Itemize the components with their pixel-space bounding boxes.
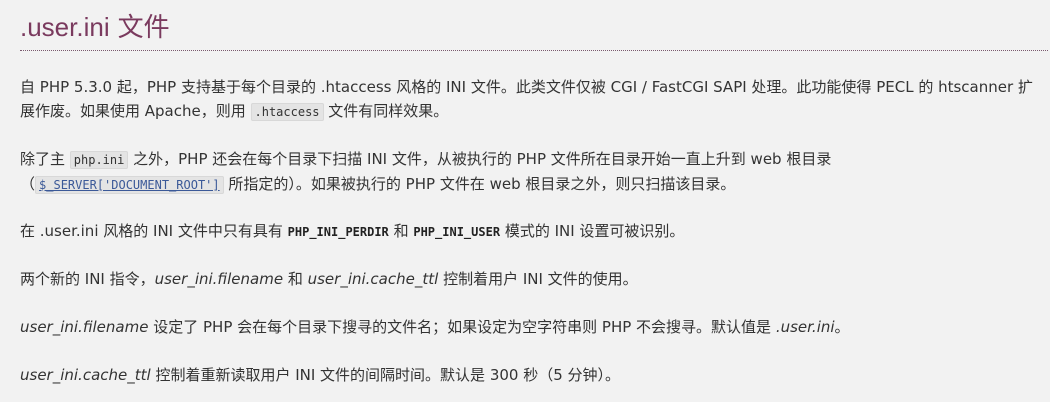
cache-ttl-directive: user_ini.cache_ttl <box>20 366 151 384</box>
doc-page: .user.ini 文件 自 PHP 5.3.0 起，PHP 支持基于每个目录的 … <box>0 0 1050 402</box>
text-run: 除了主 <box>20 150 70 168</box>
paragraph-directives: 两个新的 INI 指令，user_ini.filename 和 user_ini… <box>20 267 1040 291</box>
text-run: 文件有同样效果。 <box>323 102 449 120</box>
paragraph-cache-ttl: user_ini.cache_ttl 控制着重新读取用户 INI 文件的间隔时间… <box>20 363 1040 387</box>
text-run: 展作废。如果使用 Apache，则用 <box>20 102 251 120</box>
default-filename: .user.ini <box>775 318 835 336</box>
page-title-text: 文件 <box>117 12 170 42</box>
paragraph-intro-line2: 展作废。如果使用 Apache，则用 .htaccess 文件有同样效果。 <box>20 99 1040 124</box>
text-run: 和 <box>388 222 414 240</box>
paragraph-intro: 自 PHP 5.3.0 起，PHP 支持基于每个目录的 .htaccess 风格… <box>20 75 1040 124</box>
paragraph-intro-line1: 自 PHP 5.3.0 起，PHP 支持基于每个目录的 .htaccess 风格… <box>20 78 1033 96</box>
title-divider <box>20 50 1048 51</box>
text-run: 在 .user.ini 风格的 INI 文件中只有具有 <box>20 222 288 240</box>
text-run: 所指定的）。如果被执行的 PHP 文件在 web 根目录之外，则只扫描该目录。 <box>223 175 736 193</box>
paragraph-modes: 在 .user.ini 风格的 INI 文件中只有具有 PHP_INI_PERD… <box>20 219 1040 244</box>
text-run: 和 <box>283 270 308 288</box>
paragraph-scan: 除了主 php.ini 之外，PHP 还会在每个目录下扫描 INI 文件，从被执… <box>20 147 1040 197</box>
text-run: 模式的 INI 设置可被识别。 <box>500 222 685 240</box>
page-title-code: .user.ini <box>20 12 110 42</box>
paragraph-scan-line1: 除了主 php.ini 之外，PHP 还会在每个目录下扫描 INI 文件，从被执… <box>20 147 1040 172</box>
text-run: 两个新的 INI 指令， <box>20 270 155 288</box>
text-run: 设定了 PHP 会在每个目录下搜寻的文件名；如果设定为空字符串则 PHP 不会搜… <box>148 318 776 336</box>
text-run: 控制着重新读取用户 INI 文件的间隔时间。默认是 300 秒（5 分钟）。 <box>150 366 621 384</box>
document-root-link[interactable]: $_SERVER['DOCUMENT_ROOT'] <box>35 176 224 194</box>
page-title: .user.ini 文件 <box>20 10 170 44</box>
paragraph-filename: user_ini.filename 设定了 PHP 会在每个目录下搜寻的文件名；… <box>20 315 1040 339</box>
filename-directive: user_ini.filename <box>20 318 149 336</box>
user-constant: PHP_INI_USER <box>413 225 501 239</box>
filename-directive: user_ini.filename <box>154 270 284 288</box>
php-ini-code: php.ini <box>69 151 129 169</box>
paragraph-scan-line2: （$_SERVER['DOCUMENT_ROOT'] 所指定的）。如果被执行的 … <box>20 172 1040 197</box>
perdir-constant: PHP_INI_PERDIR <box>287 225 389 239</box>
text-run: 。 <box>834 318 850 336</box>
text-run: 控制着用户 INI 文件的使用。 <box>438 270 638 288</box>
htaccess-code: .htaccess <box>250 103 324 121</box>
cache-ttl-directive: user_ini.cache_ttl <box>307 270 439 288</box>
text-run: 之外，PHP 还会在每个目录下扫描 INI 文件，从被执行的 PHP 文件所在目… <box>128 150 832 168</box>
text-run: （ <box>20 175 36 193</box>
